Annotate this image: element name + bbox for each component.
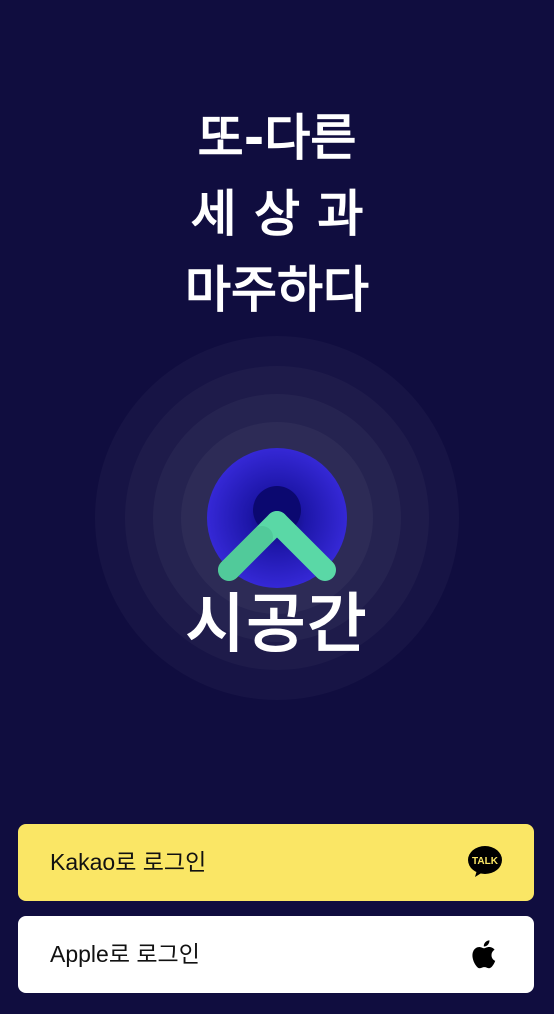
apple-icon [472,940,496,969]
kakao-login-label: Kakao로 로그인 [50,849,207,875]
headline-line-3: 마주하다 [185,261,369,319]
logo-wordmark: 시공간 [185,588,369,662]
apple-login-label: Apple로 로그인 [50,941,200,967]
app-logo: 시공간 [0,330,554,710]
headline: 또-다른 세 상 과 마주하다 [0,100,554,328]
headline-line-2: 세 상 과 [190,185,364,243]
kakao-login-button[interactable]: Kakao로 로그인 TALK [18,824,534,901]
kakao-talk-icon-text: TALK [472,856,499,867]
headline-line-1: 또-다른 [197,109,357,167]
apple-login-button[interactable]: Apple로 로그인 [18,916,534,993]
kakao-talk-icon: TALK [468,846,502,877]
